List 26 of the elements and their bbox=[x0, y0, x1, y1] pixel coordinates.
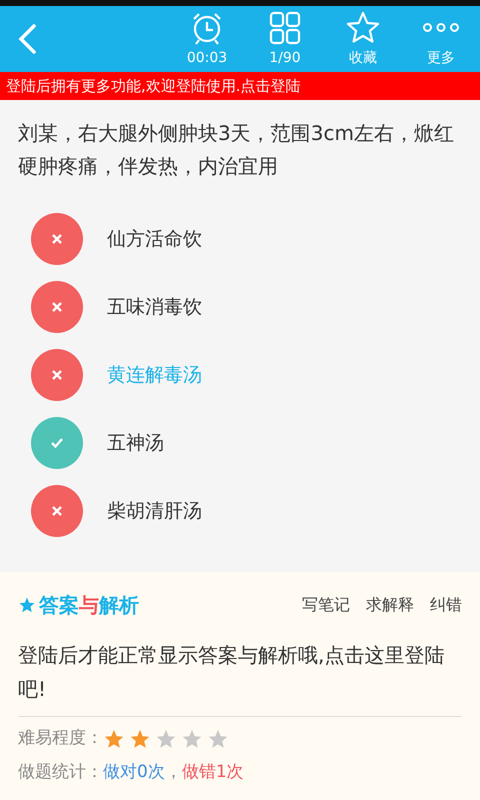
correct-count: 做对0次 bbox=[103, 761, 165, 783]
more-icon bbox=[423, 23, 459, 32]
separator: ， bbox=[164, 761, 182, 783]
star-icon bbox=[207, 728, 229, 750]
star-icon bbox=[155, 728, 177, 750]
login-message[interactable]: 登陆后才能正常显示答案与解析哦,点击这里登陆吧! bbox=[18, 638, 462, 706]
action-link[interactable]: 求解释 bbox=[366, 593, 414, 617]
answer-option[interactable]: 柴胡清肝汤 bbox=[0, 477, 480, 545]
login-banner[interactable]: 登陆后拥有更多功能,欢迎登陆使用.点击登陆 bbox=[0, 72, 480, 100]
star-icon bbox=[103, 728, 125, 750]
question-text: 刘某，右大腿外侧肿块3天，范围3cm左右，焮红硬肿疼痛，伴发热，内治宜用 bbox=[17, 120, 455, 180]
answer-analysis-logo: 答案与解析 bbox=[18, 590, 139, 620]
answer-option[interactable]: 五味消毒饮 bbox=[0, 273, 480, 341]
answer-option[interactable]: 仙方活命饮 bbox=[0, 205, 480, 273]
back-button[interactable] bbox=[16, 23, 38, 55]
back-icon bbox=[16, 23, 38, 55]
wrong-count: 做错1次 bbox=[182, 761, 244, 783]
action-link[interactable]: 写笔记 bbox=[302, 593, 350, 617]
action-link[interactable]: 纠错 bbox=[430, 593, 462, 617]
stats-label: 做题统计： bbox=[18, 761, 103, 783]
grid-icon bbox=[267, 10, 303, 46]
star-icon bbox=[181, 728, 203, 750]
difficulty-label: 难易程度： bbox=[18, 727, 103, 750]
answer-option[interactable]: 五神汤 bbox=[0, 409, 480, 477]
star-icon bbox=[129, 728, 151, 750]
star-icon bbox=[345, 10, 381, 46]
